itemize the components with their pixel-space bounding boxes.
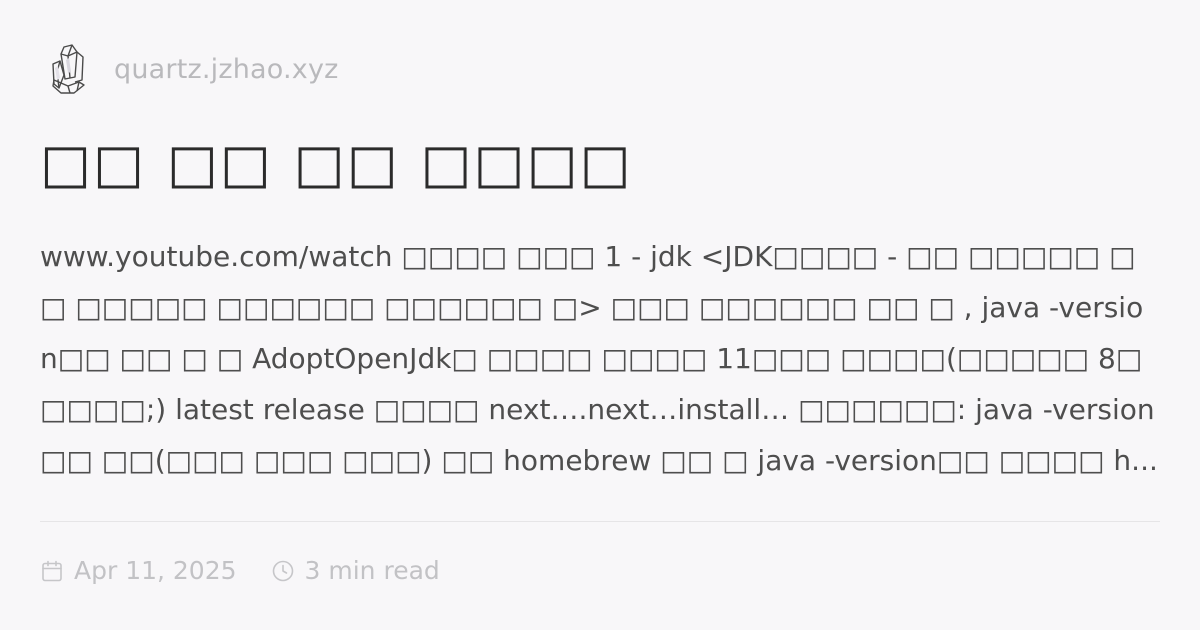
article-description: www.youtube.com/watch □□□□ □□□ 1 - jdk <…	[40, 240, 1158, 477]
publish-date: Apr 11, 2025	[74, 556, 237, 585]
site-header: quartz.jzhao.xyz	[48, 42, 339, 96]
article-title: □□ □□ □□ □□□□	[40, 132, 633, 195]
clock-icon	[272, 560, 293, 581]
site-domain[interactable]: quartz.jzhao.xyz	[114, 54, 339, 85]
date-meta: Apr 11, 2025	[40, 556, 237, 585]
read-time: 3 min read	[304, 556, 440, 585]
crystal-cluster-icon	[52, 44, 85, 94]
article-meta: Apr 11, 2025 3 min read	[40, 556, 440, 585]
calendar-icon	[42, 560, 62, 581]
read-time-meta: 3 min read	[271, 556, 440, 585]
divider	[40, 521, 1160, 522]
og-card: quartz.jzhao.xyz □□ □□ □□ □□□□ www.youtu…	[0, 0, 1200, 630]
